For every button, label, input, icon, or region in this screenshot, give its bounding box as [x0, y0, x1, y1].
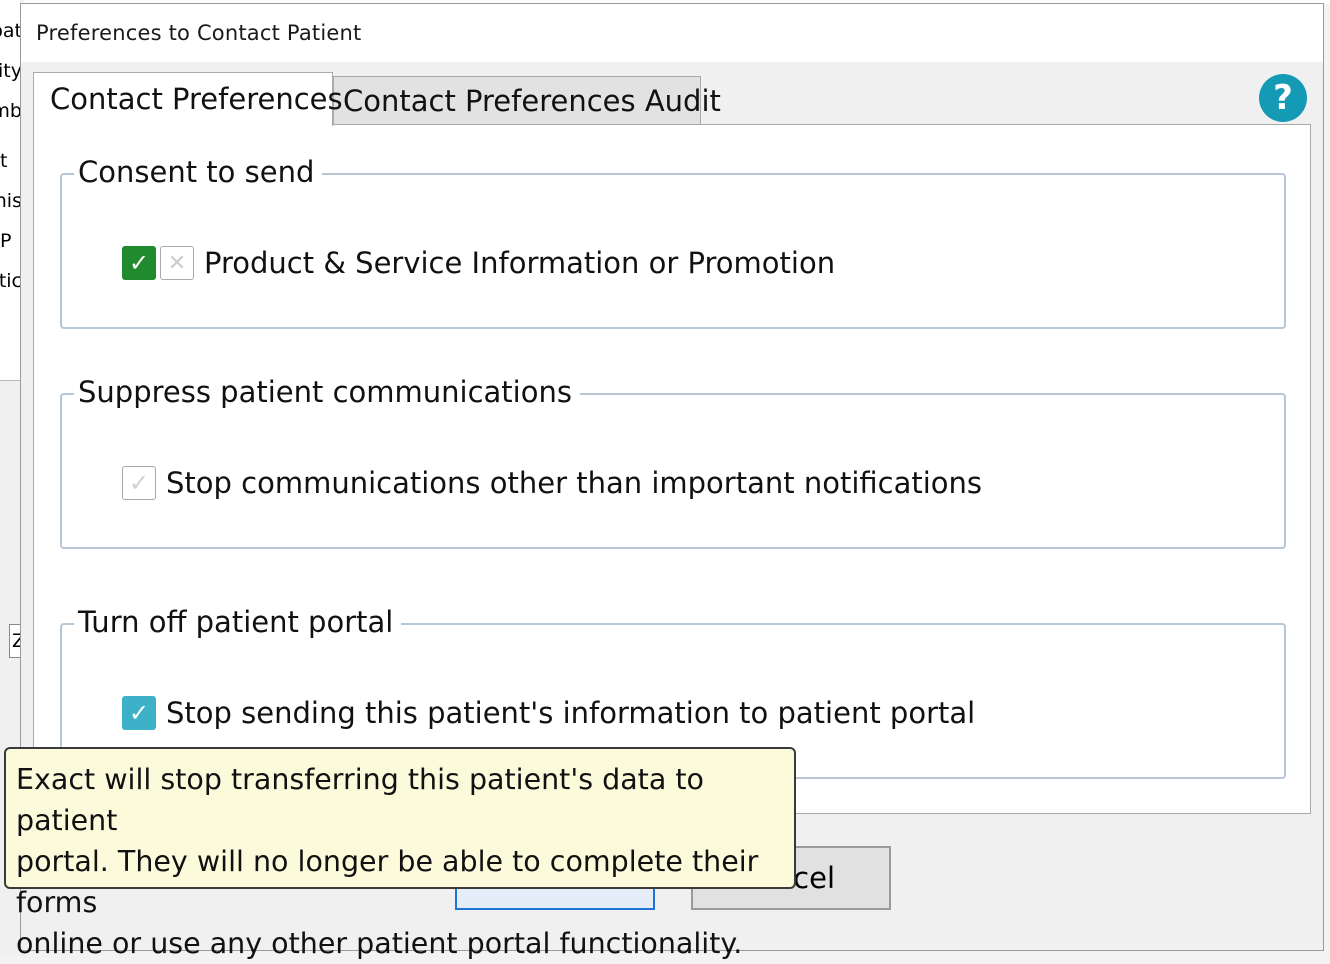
background-text-fragment: mb — [0, 100, 22, 122]
help-button[interactable]: ? — [1259, 74, 1307, 122]
group-legend: Suppress patient communications — [74, 375, 580, 409]
contact-preferences-panel: Consent to send ✓ ✕ Product & Service In… — [33, 124, 1311, 814]
consent-option-label: Product & Service Information or Promoti… — [204, 246, 836, 280]
portal-tooltip: Exact will stop transferring this patien… — [4, 747, 796, 960]
check-icon: ✓ — [128, 469, 150, 497]
check-icon: ✓ — [128, 249, 150, 277]
portal-option-row: ✓ Stop sending this patient's informatio… — [122, 695, 975, 731]
tooltip-line: Exact will stop transferring this patien… — [16, 763, 704, 837]
stop-portal-checkbox[interactable]: ✓ — [122, 696, 156, 730]
background-text-fragment: pat — [0, 20, 22, 42]
suppress-communications-group: Suppress patient communications ✓ Stop c… — [60, 375, 1286, 549]
stop-portal-label: Stop sending this patient's information … — [166, 696, 976, 730]
stop-communications-checkbox[interactable]: ✓ — [122, 466, 156, 500]
background-text-fragment: tic — [0, 270, 22, 292]
background-text-fragment: nis — [0, 190, 22, 212]
question-mark-icon: ? — [1273, 78, 1293, 118]
tab-contact-preferences-audit[interactable]: Contact Preferences Audit — [333, 76, 721, 125]
tooltip-line: online or use any other patient portal f… — [16, 927, 743, 960]
consent-option-row: ✓ ✕ Product & Service Information or Pro… — [122, 245, 835, 281]
background-text-fragment: t — [0, 150, 8, 172]
group-legend: Turn off patient portal — [74, 605, 402, 639]
background-text-fragment: P — [0, 230, 12, 252]
tooltip-line: portal. They will no longer be able to c… — [16, 845, 759, 919]
check-icon: ✓ — [128, 699, 150, 727]
dialog-titlebar: Preferences to Contact Patient — [21, 4, 1323, 62]
group-legend: Consent to send — [74, 155, 323, 189]
background-text-fragment: ity — [0, 60, 22, 82]
tab-contact-preferences[interactable]: Contact Preferences — [33, 72, 343, 126]
stop-communications-label: Stop communications other than important… — [166, 466, 983, 500]
consent-no-toggle[interactable]: ✕ — [160, 246, 194, 280]
cross-icon: ✕ — [167, 250, 187, 276]
dialog-title: Preferences to Contact Patient — [36, 21, 362, 45]
consent-yes-toggle[interactable]: ✓ — [122, 246, 156, 280]
suppress-option-row: ✓ Stop communications other than importa… — [122, 465, 982, 501]
consent-to-send-group: Consent to send ✓ ✕ Product & Service In… — [60, 155, 1286, 329]
